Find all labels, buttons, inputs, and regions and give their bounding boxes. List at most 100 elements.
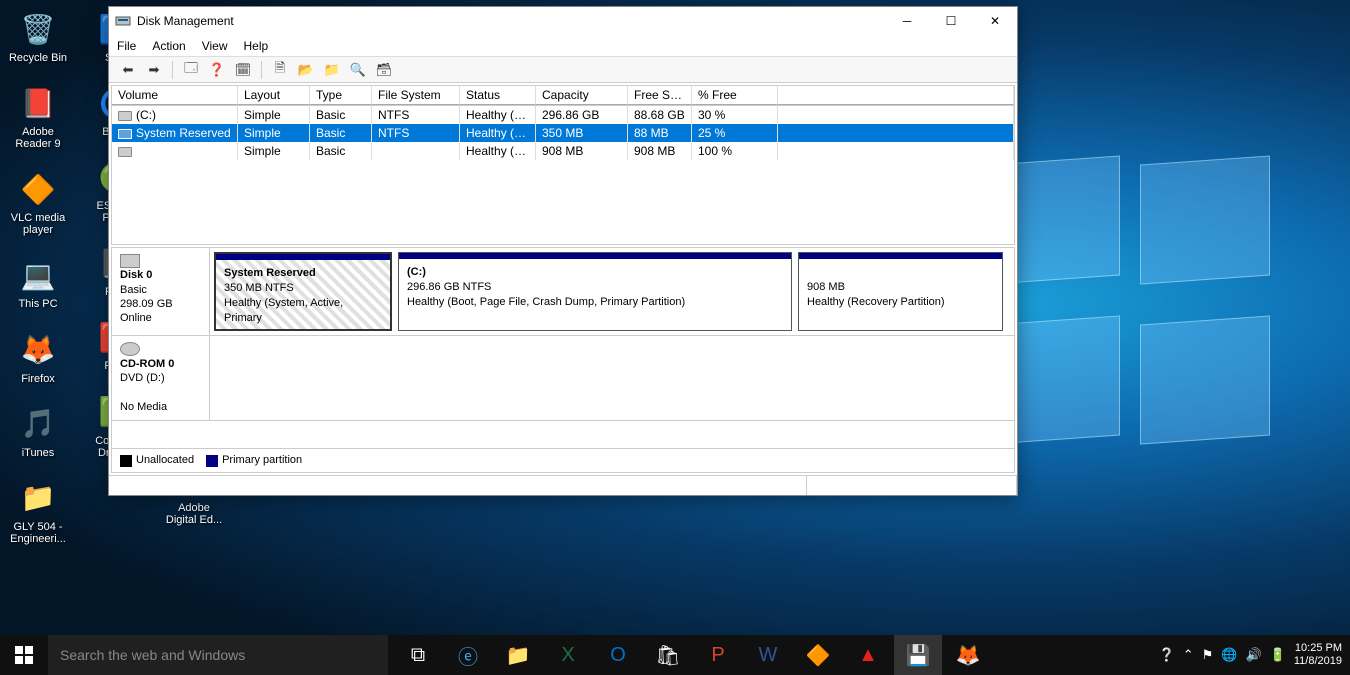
toolbar: ⬅ ➡ 🗔 ❓ 🗓 🗎 📂 📁 🔍 🗃 <box>109 57 1017 83</box>
powerpoint-icon[interactable]: P <box>694 635 742 675</box>
disk-type: Basic <box>120 284 147 296</box>
partition[interactable]: System Reserved350 MB NTFSHealthy (Syste… <box>214 252 392 331</box>
disk-0-label[interactable]: Disk 0 Basic 298.09 GB Online <box>112 248 210 335</box>
network-icon[interactable]: 🌐 <box>1221 647 1237 663</box>
disk-management-window: Disk Management ─ ☐ ✕ File Action View H… <box>108 6 1018 496</box>
cdrom-label[interactable]: CD-ROM 0 DVD (D:) No Media <box>112 336 210 419</box>
partition[interactable]: (C:)296.86 GB NTFSHealthy (Boot, Page Fi… <box>398 252 792 331</box>
volume-icon[interactable]: 🔊 <box>1246 647 1262 663</box>
desktop-icon-vlc[interactable]: 🔶VLC media player <box>8 168 68 236</box>
maximize-button[interactable]: ☐ <box>929 7 973 35</box>
vlc-taskbar-icon[interactable]: 🔶 <box>794 635 842 675</box>
forward-button[interactable]: ➡ <box>143 59 165 81</box>
firefox-taskbar-icon[interactable]: 🦊 <box>944 635 992 675</box>
menubar: File Action View Help <box>109 35 1017 57</box>
statusbar <box>109 475 1017 495</box>
help-icon[interactable]: ❔ <box>1159 647 1175 663</box>
adobe-taskbar-icon[interactable]: ▲ <box>844 635 892 675</box>
col-capacity[interactable]: Capacity <box>536 86 628 105</box>
start-button[interactable] <box>0 635 48 675</box>
recycle-bin-icon: 🗑️ <box>17 8 59 50</box>
desktop-icon-gly504[interactable]: 📁GLY 504 - Engineeri... <box>8 477 68 545</box>
toolbar-icon[interactable]: 🗓 <box>232 59 254 81</box>
toolbar-icon[interactable]: 📁 <box>321 59 343 81</box>
menu-view[interactable]: View <box>202 39 228 53</box>
search-box[interactable]: Search the web and Windows <box>48 635 388 675</box>
graphical-view-pane: Disk 0 Basic 298.09 GB Online System Res… <box>111 247 1015 473</box>
col-type[interactable]: Type <box>310 86 372 105</box>
clock-date: 11/8/2019 <box>1294 655 1342 668</box>
legend-unallocated: Unallocated <box>120 454 194 466</box>
desktop-icon-itunes[interactable]: 🎵 iTunes <box>8 403 68 459</box>
partition[interactable]: 908 MBHealthy (Recovery Partition) <box>798 252 1003 331</box>
menu-help[interactable]: Help <box>244 39 269 53</box>
battery-icon[interactable]: 🔋 <box>1270 647 1286 663</box>
toolbar-icon[interactable]: 🗃 <box>373 59 395 81</box>
adobe-reader-icon: 📕 <box>17 82 59 124</box>
icon-label: Adobe Digital Ed... <box>164 502 224 526</box>
store-icon[interactable]: 🛍 <box>644 635 692 675</box>
col-volume[interactable]: Volume <box>112 86 238 105</box>
gly504-icon: 📁 <box>17 477 59 519</box>
desktop-icon-this-pc[interactable]: 💻 This PC <box>8 254 68 310</box>
icon-label: VLC media player <box>8 212 68 236</box>
icon-label: Recycle Bin <box>9 52 67 64</box>
disk-0-partitions: System Reserved350 MB NTFSHealthy (Syste… <box>210 248 1014 335</box>
disk-mgmt-taskbar-icon[interactable]: 💾 <box>894 635 942 675</box>
desktop-icon-firefox[interactable]: 🦊Firefox <box>8 329 68 385</box>
chevron-up-icon[interactable]: ⌃ <box>1183 647 1194 663</box>
edge-icon[interactable]: ⓔ <box>444 635 492 675</box>
system-tray: ❔ ⌃ ⚑ 🌐 🔊 🔋 10:25 PM 11/8/2019 <box>1159 642 1350 668</box>
col-status[interactable]: Status <box>460 86 536 105</box>
col-layout[interactable]: Layout <box>238 86 310 105</box>
menu-action[interactable]: Action <box>152 39 185 53</box>
cdrom-row: CD-ROM 0 DVD (D:) No Media <box>112 336 1014 420</box>
itunes-icon: 🎵 <box>17 403 59 445</box>
disk-0-row: Disk 0 Basic 298.09 GB Online System Res… <box>112 248 1014 336</box>
toolbar-icon[interactable]: 🗎 <box>269 59 291 81</box>
desktop-icon-adobe-reader[interactable]: 📕Adobe Reader 9 <box>8 82 68 150</box>
search-placeholder: Search the web and Windows <box>60 647 245 663</box>
word-icon[interactable]: W <box>744 635 792 675</box>
col-pctfree[interactable]: % Free <box>692 86 778 105</box>
icon-label: Adobe Reader 9 <box>8 126 68 150</box>
icon-label: GLY 504 - Engineeri... <box>8 521 68 545</box>
windows-logo-backdrop <box>990 160 1270 440</box>
minimize-button[interactable]: ─ <box>885 7 929 35</box>
task-view-button[interactable]: ⧉ <box>394 635 442 675</box>
icon-label: iTunes <box>22 447 55 459</box>
back-button[interactable]: ⬅ <box>117 59 139 81</box>
tray-icon[interactable]: ⚑ <box>1202 647 1214 663</box>
this-pc-icon: 💻 <box>17 254 59 296</box>
toolbar-icon[interactable]: 📂 <box>295 59 317 81</box>
close-button[interactable]: ✕ <box>973 7 1017 35</box>
cdrom-title: CD-ROM 0 <box>120 357 201 371</box>
volume-row[interactable]: SimpleBasicHealthy (R...908 MB908 MB100 … <box>112 142 1014 160</box>
menu-file[interactable]: File <box>117 39 136 53</box>
outlook-icon[interactable]: O <box>594 635 642 675</box>
titlebar[interactable]: Disk Management ─ ☐ ✕ <box>109 7 1017 35</box>
clock-time: 10:25 PM <box>1294 642 1342 655</box>
legend-primary: Primary partition <box>206 454 302 466</box>
taskbar-items: ⧉ ⓔ 📁 X O 🛍 P W 🔶 ▲ 💾 🦊 <box>394 635 992 675</box>
disk-state: Online <box>120 312 152 324</box>
disk-size: 298.09 GB <box>120 298 173 310</box>
window-title: Disk Management <box>137 14 885 28</box>
cdrom-state: No Media <box>120 401 167 413</box>
legend: Unallocated Primary partition <box>112 448 1014 472</box>
taskbar: Search the web and Windows ⧉ ⓔ 📁 X O 🛍 P… <box>0 635 1350 675</box>
toolbar-icon[interactable]: 🗔 <box>180 59 202 81</box>
icon-label: This PC <box>18 298 57 310</box>
desktop-icon-recycle-bin[interactable]: 🗑️ Recycle Bin <box>8 8 68 64</box>
col-freespace[interactable]: Free Spa... <box>628 86 692 105</box>
volume-list-header: Volume Layout Type File System Status Ca… <box>112 86 1014 106</box>
excel-icon[interactable]: X <box>544 635 592 675</box>
toolbar-icon[interactable]: 🔍 <box>347 59 369 81</box>
volume-row[interactable]: System ReservedSimpleBasicNTFSHealthy (S… <box>112 124 1014 142</box>
clock[interactable]: 10:25 PM 11/8/2019 <box>1294 642 1342 668</box>
app-icon <box>115 13 131 29</box>
file-explorer-icon[interactable]: 📁 <box>494 635 542 675</box>
col-filesystem[interactable]: File System <box>372 86 460 105</box>
toolbar-icon[interactable]: ❓ <box>206 59 228 81</box>
volume-row[interactable]: (C:)SimpleBasicNTFSHealthy (B...296.86 G… <box>112 106 1014 124</box>
